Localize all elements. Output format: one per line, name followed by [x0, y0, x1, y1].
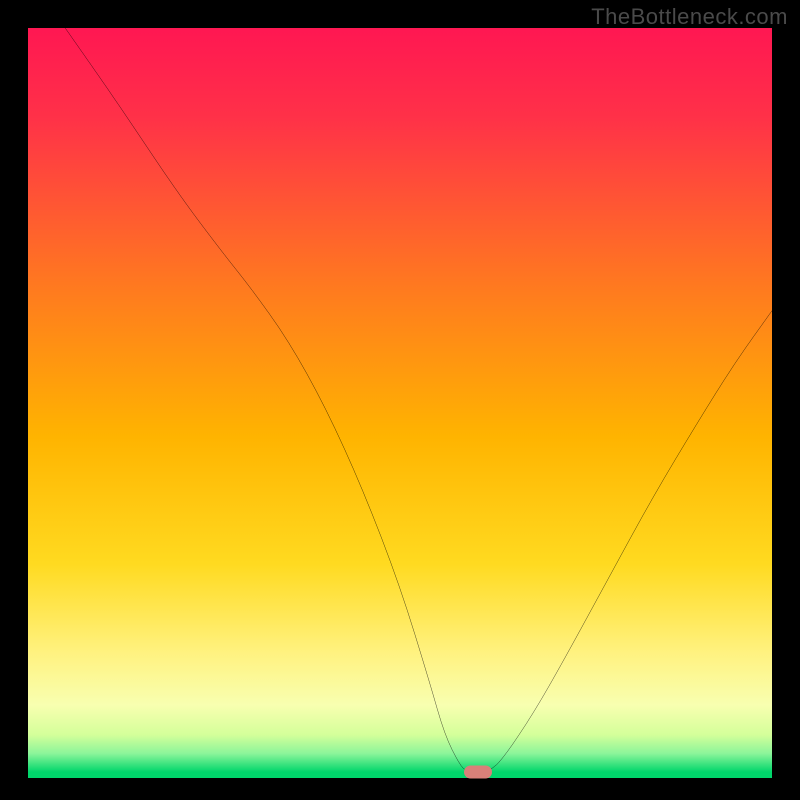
plot-area: [28, 28, 772, 772]
optimal-marker: [464, 766, 492, 779]
frame-top-border: [0, 0, 800, 1]
gradient-background: [28, 28, 772, 772]
plot-svg: [28, 28, 772, 772]
chart-frame: TheBottleneck.com: [0, 0, 800, 800]
baseline-bar: [28, 772, 772, 778]
watermark-text: TheBottleneck.com: [591, 4, 788, 30]
